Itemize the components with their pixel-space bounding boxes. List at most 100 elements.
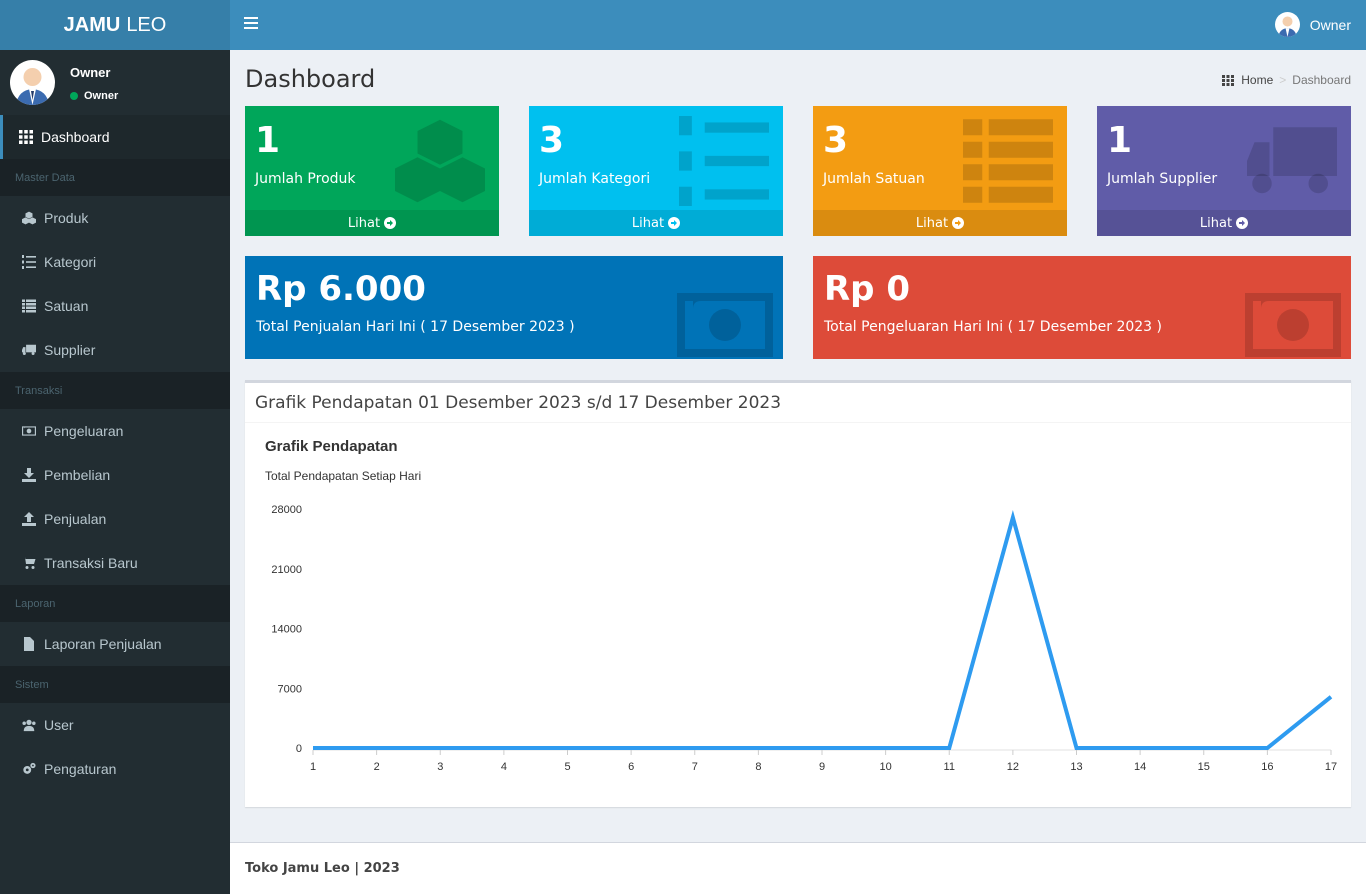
avatar [1274,12,1300,37]
grid-icon [1222,74,1235,86]
sidebar-item-label: Pengeluaran [44,423,124,439]
breadcrumb-current: Dashboard [1292,73,1351,87]
x-tick-label: 5 [564,761,570,773]
user-menu[interactable]: Owner [1274,12,1351,37]
stat-value: 3 [823,120,849,161]
sidebar-item-pengaturan[interactable]: Pengaturan [0,747,230,791]
users-icon [21,717,37,733]
more-info-link[interactable]: Lihat [1097,210,1351,236]
sidebar-item-satuan[interactable]: Satuan [0,284,230,328]
online-status-icon [70,92,78,100]
sidebar-item-label: Penjualan [44,511,107,527]
menu-header: Transaksi [0,372,230,409]
stat-box: 3 Jumlah Kategori Lihat [529,106,783,236]
grid-icon [18,129,34,145]
sidebar-item-user[interactable]: User [0,703,230,747]
sidebar-item-kategori[interactable]: Kategori [0,240,230,284]
stat-value: 1 [255,120,281,161]
app-logo[interactable]: JAMU LEO [0,0,230,50]
sidebar-toggle-icon[interactable] [244,17,258,31]
more-info-link[interactable]: Lihat [813,210,1067,236]
user-status-text: Owner [84,90,119,102]
more-info-link[interactable]: Lihat [245,210,499,236]
chart-subtitle: Total Pendapatan Setiap Hari [265,469,421,483]
breadcrumb-home[interactable]: Home [1241,73,1273,87]
stat-value: 3 [539,120,565,161]
footer-text: Toko Jamu Leo | 2023 [245,861,400,876]
y-tick-label: 28000 [271,504,302,516]
sidebar-item-pembelian[interactable]: Pembelian [0,453,230,497]
y-tick-label: 0 [296,743,302,755]
menu-header: Master Data [0,159,230,196]
sidebar-menu: Dashboard Master Data Produk Kategori Satuan… [0,115,230,791]
sidebar-item-transaksi-baru[interactable]: Transaksi Baru [0,541,230,585]
sidebar-item-supplier[interactable]: Supplier [0,328,230,372]
stat-label: Jumlah Kategori [539,171,651,187]
sidebar-item-label: Satuan [44,298,89,314]
cart-icon [21,555,37,571]
sidebar-item-label: Laporan Penjualan [44,636,162,652]
user-panel: Owner Owner [0,50,230,115]
stat-box: 1 Jumlah Supplier Lihat [1097,106,1351,236]
x-tick-label: 15 [1198,761,1210,773]
sidebar-item-laporan-penjualan[interactable]: Laporan Penjualan [0,622,230,666]
footer: Toko Jamu Leo | 2023 [230,842,1366,894]
y-tick-label: 21000 [271,564,302,576]
content-header: Dashboard Home > Dashboard [245,65,1351,93]
total-value: Rp 6.000 [256,269,426,309]
more-info-label: Lihat [1199,215,1233,231]
list-ol-icon [679,116,769,211]
arrow-circle-right-icon [1236,217,1249,229]
total-label: Total Pengeluaran Hari Ini ( 17 Desember… [824,319,1162,335]
logo-light: LEO [126,13,167,36]
list-icon [21,298,37,314]
y-tick-label: 7000 [278,683,302,695]
x-tick-label: 2 [374,761,380,773]
sidebar-item-label: Dashboard [41,129,110,145]
stat-label: Jumlah Produk [255,171,356,187]
total-label: Total Penjualan Hari Ini ( 17 Desember 2… [256,319,575,335]
sidebar-item-produk[interactable]: Produk [0,196,230,240]
stat-label: Jumlah Satuan [823,171,925,187]
sidebar-item-dashboard[interactable]: Dashboard [0,115,230,159]
chart-title: Grafik Pendapatan [265,438,398,455]
arrow-circle-right-icon [952,217,965,229]
nav-user-name: Owner [1309,16,1351,33]
download-icon [21,467,37,483]
sidebar-item-label: User [44,717,74,733]
total-box: Rp 0 Total Pengeluaran Hari Ini ( 17 Des… [813,256,1351,359]
upload-icon [21,511,37,527]
truck-icon [1247,116,1337,211]
x-tick-label: 14 [1134,761,1146,773]
money-icon [21,423,37,439]
more-info-label: Lihat [347,215,381,231]
series-line [313,510,1333,750]
x-tick-label: 8 [755,761,761,773]
logo-bold: JAMU [63,13,121,36]
x-tick-label: 7 [692,761,698,773]
x-tick-label: 17 [1325,761,1337,773]
more-info-link[interactable]: Lihat [529,210,783,236]
sidebar-item-label: Transaksi Baru [44,555,138,571]
sidebar-item-penjualan[interactable]: Penjualan [0,497,230,541]
more-info-label: Lihat [631,215,665,231]
x-tick-label: 1 [310,761,316,773]
stat-box: 3 Jumlah Satuan Lihat [813,106,1067,236]
chart-box-title: Grafik Pendapatan 01 Desember 2023 s/d 1… [245,383,1351,423]
x-tick-label: 6 [628,761,634,773]
menu-header: Laporan [0,585,230,622]
sidebar-item-label: Pembelian [44,467,111,483]
breadcrumb-separator: > [1279,73,1287,87]
revenue-chart: Grafik Pendapatan Total Pendapatan Setiap… [265,438,1337,773]
list-icon [963,116,1053,211]
stat-box: 1 Jumlah Produk Lihat [245,106,499,236]
avatar [10,60,55,105]
arrow-circle-right-icon [384,217,397,229]
file-icon [21,636,37,652]
sidebar-item-pengeluaran[interactable]: Pengeluaran [0,409,230,453]
money-icon [677,277,773,359]
cubes-icon [395,116,485,211]
sidebar-user-name: Owner [70,65,111,80]
x-tick-label: 10 [880,761,892,773]
sidebar-item-label: Pengaturan [44,761,117,777]
